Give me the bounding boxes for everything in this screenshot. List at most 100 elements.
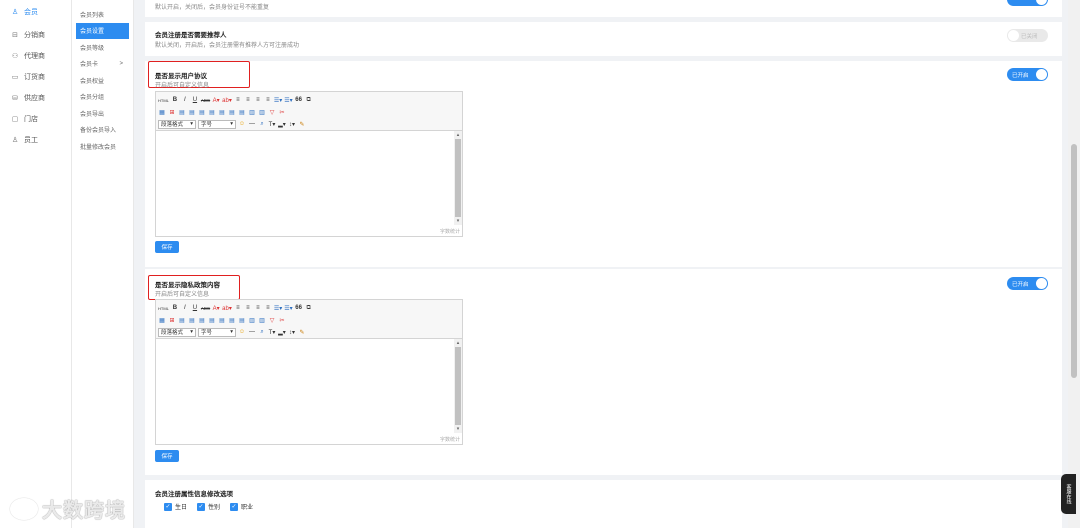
merge-cells-icon[interactable]: ▤ bbox=[238, 108, 246, 117]
sidebar-item-supplier[interactable]: ⛁ 供应商 bbox=[0, 87, 71, 108]
scroll-down-icon[interactable]: ▾ bbox=[454, 217, 462, 225]
sidebar-item-distributor[interactable]: ⊟ 分销商 bbox=[0, 24, 71, 45]
horizontal-rule-icon[interactable]: — bbox=[248, 120, 256, 129]
insert-col-icon[interactable]: ▤ bbox=[208, 316, 216, 325]
checkbox-gender[interactable]: ✓ 性别 bbox=[197, 502, 220, 511]
id-card-toggle[interactable] bbox=[1007, 0, 1048, 6]
highlight-color-button[interactable]: ab▾ bbox=[222, 96, 232, 105]
customer-service-button[interactable]: 客服在线 bbox=[1061, 474, 1076, 514]
editor-body[interactable]: ▴ ▾ bbox=[156, 131, 462, 225]
delete-row-icon[interactable]: ▤ bbox=[198, 108, 206, 117]
agreement-rich-editor[interactable]: HTML B I U ABC A▾ ab▾ ≡ ≡ ≡ ≡ ☰▾ ☰▾ 66 ⧉ bbox=[155, 91, 463, 237]
editor-body[interactable]: ▴ ▾ bbox=[156, 339, 462, 433]
scrollbar-thumb[interactable] bbox=[455, 347, 461, 425]
insert-image-icon[interactable]: ⊞ bbox=[168, 108, 176, 117]
delete-col-icon[interactable]: ▤ bbox=[228, 316, 236, 325]
subnav-item-batch-edit[interactable]: 批量修改会员 bbox=[76, 138, 129, 155]
sidebar-item-member[interactable]: ♙ 会员 bbox=[0, 0, 71, 24]
editor-scrollbar[interactable]: ▴ ▾ bbox=[454, 339, 462, 433]
unordered-list-icon[interactable]: ☰▾ bbox=[284, 304, 292, 313]
agreement-toggle[interactable]: 已开启 bbox=[1007, 68, 1048, 81]
split-cells-icon[interactable]: ▥ bbox=[248, 108, 256, 117]
insert-row-icon[interactable]: ▤ bbox=[178, 316, 186, 325]
italic-button[interactable]: I bbox=[181, 304, 189, 313]
checkbox-occupation[interactable]: ✓ 职业 bbox=[230, 502, 253, 511]
underline-button[interactable]: U bbox=[191, 304, 199, 313]
align-center-icon[interactable]: ≡ bbox=[244, 96, 252, 105]
find-replace-icon[interactable]: ⌕ bbox=[258, 120, 266, 129]
filter-icon[interactable]: ▽ bbox=[268, 108, 276, 117]
sidebar-item-store[interactable]: ▢ 门店 bbox=[0, 108, 71, 129]
strikethrough-button[interactable]: ABC bbox=[201, 96, 210, 105]
table-icon[interactable]: ▦ bbox=[158, 316, 166, 325]
scroll-up-icon[interactable]: ▴ bbox=[454, 131, 462, 139]
italic-button[interactable]: I bbox=[181, 96, 189, 105]
align-left-icon[interactable]: ≡ bbox=[234, 96, 242, 105]
paste-plain-icon[interactable]: ⧉ bbox=[305, 304, 313, 313]
insert-col-after-icon[interactable]: ▤ bbox=[218, 108, 226, 117]
blockquote-icon[interactable]: 66 bbox=[295, 304, 303, 313]
emoji-icon[interactable]: ☺ bbox=[238, 328, 246, 337]
split-cells-icon[interactable]: ▥ bbox=[248, 316, 256, 325]
unordered-list-icon[interactable]: ☰▾ bbox=[284, 96, 292, 105]
clear-format-icon[interactable]: ✎ bbox=[298, 120, 306, 129]
page-scrollbar-thumb[interactable] bbox=[1071, 144, 1077, 378]
line-height-icon[interactable]: ↕▾ bbox=[288, 120, 296, 129]
bold-button[interactable]: B bbox=[171, 304, 179, 313]
scroll-up-icon[interactable]: ▴ bbox=[454, 339, 462, 347]
cut-icon[interactable]: ✂ bbox=[278, 108, 286, 117]
sidebar-item-staff[interactable]: ♙ 员工 bbox=[0, 129, 71, 150]
blockquote-icon[interactable]: 66 bbox=[295, 96, 303, 105]
line-height-icon[interactable]: ↕▾ bbox=[288, 328, 296, 337]
align-center-icon[interactable]: ≡ bbox=[244, 304, 252, 313]
insert-row-after-icon[interactable]: ▤ bbox=[188, 108, 196, 117]
font-size-select[interactable]: 字号 ▾ bbox=[198, 119, 236, 129]
html-source-button[interactable]: HTML bbox=[158, 304, 169, 313]
background-icon[interactable]: ▂▾ bbox=[278, 328, 286, 337]
subnav-item-member-card[interactable]: 会员卡 > bbox=[76, 56, 129, 73]
ordered-list-icon[interactable]: ☰▾ bbox=[274, 96, 282, 105]
paste-plain-icon[interactable]: ⧉ bbox=[305, 96, 313, 105]
highlight-color-button[interactable]: ab▾ bbox=[222, 304, 232, 313]
subnav-item-member-settings[interactable]: 会员设置 bbox=[76, 22, 129, 39]
subnav-item-member-level[interactable]: 会员等级 bbox=[76, 39, 129, 56]
cut-icon[interactable]: ✂ bbox=[278, 316, 286, 325]
text-style-icon[interactable]: T▾ bbox=[268, 120, 276, 129]
paragraph-format-select[interactable]: 段落格式 ▾ bbox=[158, 119, 196, 129]
privacy-rich-editor[interactable]: HTML B I U ABC A▾ ab▾ ≡ ≡ ≡ ≡ ☰▾ ☰▾ 66 ⧉ bbox=[155, 299, 463, 445]
align-left-icon[interactable]: ≡ bbox=[234, 304, 242, 313]
subnav-item-backup-import[interactable]: 备份会员导入 bbox=[76, 122, 129, 139]
table-icon[interactable]: ▦ bbox=[158, 108, 166, 117]
ordered-list-icon[interactable]: ☰▾ bbox=[274, 304, 282, 313]
filter-icon[interactable]: ▽ bbox=[268, 316, 276, 325]
align-justify-icon[interactable]: ≡ bbox=[264, 96, 272, 105]
background-icon[interactable]: ▂▾ bbox=[278, 120, 286, 129]
referrer-toggle[interactable]: 已关闭 bbox=[1007, 29, 1048, 42]
privacy-save-button[interactable]: 保存 bbox=[155, 450, 179, 462]
merge-cells-icon[interactable]: ▤ bbox=[238, 316, 246, 325]
insert-image-icon[interactable]: ⊞ bbox=[168, 316, 176, 325]
horizontal-rule-icon[interactable]: — bbox=[248, 328, 256, 337]
html-source-button[interactable]: HTML bbox=[158, 96, 169, 105]
editor-scrollbar[interactable]: ▴ ▾ bbox=[454, 131, 462, 225]
checkbox-birthday[interactable]: ✓ 生日 bbox=[164, 502, 187, 511]
privacy-toggle[interactable]: 已开启 bbox=[1007, 277, 1048, 290]
insert-row-after-icon[interactable]: ▤ bbox=[188, 316, 196, 325]
scrollbar-thumb[interactable] bbox=[455, 139, 461, 217]
text-style-icon[interactable]: T▾ bbox=[268, 328, 276, 337]
font-size-select[interactable]: 字号 ▾ bbox=[198, 327, 236, 337]
underline-button[interactable]: U bbox=[191, 96, 199, 105]
align-right-icon[interactable]: ≡ bbox=[254, 96, 262, 105]
scroll-down-icon[interactable]: ▾ bbox=[454, 425, 462, 433]
find-replace-icon[interactable]: ⌕ bbox=[258, 328, 266, 337]
insert-col-icon[interactable]: ▤ bbox=[208, 108, 216, 117]
page-scrollbar[interactable] bbox=[1068, 0, 1080, 528]
subnav-item-member-group[interactable]: 会员分组 bbox=[76, 89, 129, 106]
insert-col-after-icon[interactable]: ▤ bbox=[218, 316, 226, 325]
clear-format-icon[interactable]: ✎ bbox=[298, 328, 306, 337]
sidebar-item-agent[interactable]: ⚇ 代理商 bbox=[0, 45, 71, 66]
paragraph-format-select[interactable]: 段落格式 ▾ bbox=[158, 327, 196, 337]
subnav-item-member-list[interactable]: 会员列表 bbox=[76, 6, 129, 23]
font-color-button[interactable]: A▾ bbox=[212, 304, 220, 313]
agreement-save-button[interactable]: 保存 bbox=[155, 241, 179, 253]
